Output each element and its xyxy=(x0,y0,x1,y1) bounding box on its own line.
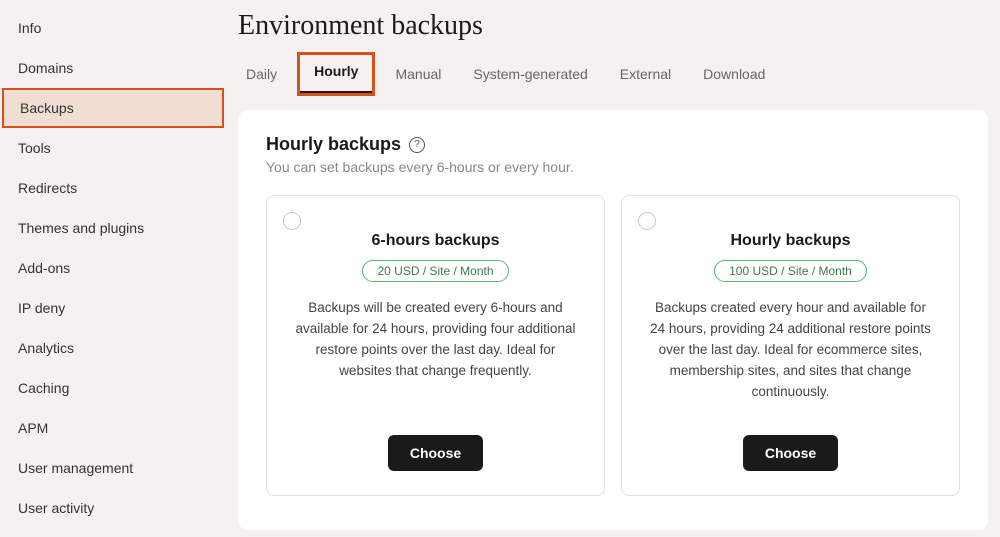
content-card: Hourly backups ? You can set backups eve… xyxy=(238,110,988,530)
tab-daily[interactable]: Daily xyxy=(244,60,279,88)
plan-price-pill: 100 USD / Site / Month xyxy=(714,260,867,282)
page-title: Environment backups xyxy=(238,10,988,42)
tabs: Daily Hourly Manual System-generated Ext… xyxy=(238,60,988,88)
sidebar-item-user-activity[interactable]: User activity xyxy=(0,488,222,528)
plan-card-6-hours: 6-hours backups 20 USD / Site / Month Ba… xyxy=(266,195,605,496)
main-content: Environment backups Daily Hourly Manual … xyxy=(222,0,1000,537)
plan-description: Backups created every hour and available… xyxy=(646,298,935,403)
sidebar: Info Domains Backups Tools Redirects The… xyxy=(0,0,222,537)
tab-system-generated[interactable]: System-generated xyxy=(471,60,589,88)
tab-manual[interactable]: Manual xyxy=(393,60,443,88)
plan-card-hourly: Hourly backups 100 USD / Site / Month Ba… xyxy=(621,195,960,496)
choose-button-hourly[interactable]: Choose xyxy=(743,435,838,471)
section-subtitle: You can set backups every 6-hours or eve… xyxy=(266,159,960,175)
sidebar-item-user-management[interactable]: User management xyxy=(0,448,222,488)
tab-download[interactable]: Download xyxy=(701,60,767,88)
sidebar-item-add-ons[interactable]: Add-ons xyxy=(0,248,222,288)
sidebar-item-apm[interactable]: APM xyxy=(0,408,222,448)
help-icon[interactable]: ? xyxy=(409,137,425,153)
sidebar-item-themes-and-plugins[interactable]: Themes and plugins xyxy=(0,208,222,248)
sidebar-item-caching[interactable]: Caching xyxy=(0,368,222,408)
plan-price-pill: 20 USD / Site / Month xyxy=(362,260,508,282)
tab-hourly[interactable]: Hourly xyxy=(297,52,375,96)
plan-title: Hourly backups xyxy=(646,232,935,250)
sidebar-item-redirects[interactable]: Redirects xyxy=(0,168,222,208)
sidebar-item-domains[interactable]: Domains xyxy=(0,48,222,88)
sidebar-item-backups[interactable]: Backups xyxy=(2,88,224,128)
section-title: Hourly backups xyxy=(266,134,401,155)
plan-radio-hourly[interactable] xyxy=(638,212,656,230)
sidebar-item-info[interactable]: Info xyxy=(0,8,222,48)
plans-container: 6-hours backups 20 USD / Site / Month Ba… xyxy=(266,195,960,496)
tab-external[interactable]: External xyxy=(618,60,673,88)
choose-button-6-hours[interactable]: Choose xyxy=(388,435,483,471)
section-header: Hourly backups ? xyxy=(266,134,960,155)
plan-radio-6-hours[interactable] xyxy=(283,212,301,230)
sidebar-item-ip-deny[interactable]: IP deny xyxy=(0,288,222,328)
plan-title: 6-hours backups xyxy=(291,232,580,250)
sidebar-item-analytics[interactable]: Analytics xyxy=(0,328,222,368)
plan-description: Backups will be created every 6-hours an… xyxy=(291,298,580,403)
sidebar-item-tools[interactable]: Tools xyxy=(0,128,222,168)
